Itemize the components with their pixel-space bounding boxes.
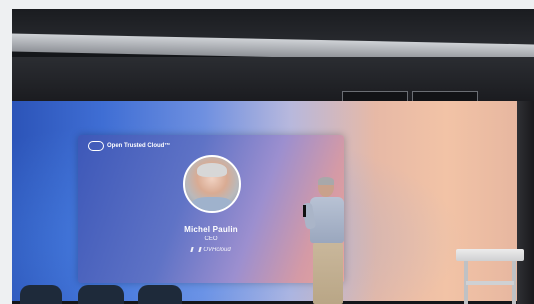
presenter-shirt [310,197,344,243]
conference-photo: Open Trusted Cloud™ Michel Paulin CEO OV… [12,9,534,304]
podium-shelf [466,281,514,285]
brand-label: Open Trusted Cloud [107,143,165,149]
brand-logo: Open Trusted Cloud™ [88,141,170,151]
company-mark-icon [190,247,202,252]
podium-top [456,249,524,261]
presenter [298,177,358,304]
speaker-avatar [183,155,241,213]
cloud-icon [88,141,104,151]
chair [138,285,182,304]
avatar-hair [197,163,227,177]
chair [20,285,62,304]
photo-frame: Open Trusted Cloud™ Michel Paulin CEO OV… [0,0,534,304]
microphone-icon [303,205,306,217]
podium [456,249,524,304]
projection-screen: Open Trusted Cloud™ Michel Paulin CEO OV… [12,101,517,301]
company-name: OVHcloud [203,247,231,254]
presenter-trousers [313,243,343,304]
presenter-hair [318,177,334,185]
avatar-shirt [191,197,233,211]
brand-trademark: ™ [164,143,171,149]
stage-chairs [12,285,202,304]
brand-name: Open Trusted Cloud™ [107,143,170,149]
chair [78,285,124,304]
